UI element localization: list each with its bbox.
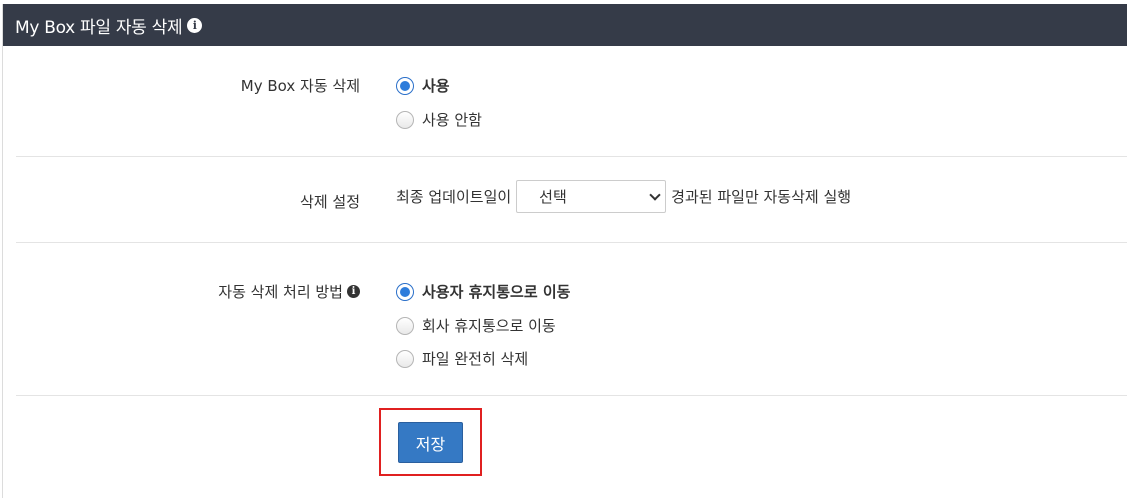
chevron-down-icon [649,188,661,201]
auto-delete-label: My Box 자동 삭제 [241,75,360,96]
radio-permanent-delete[interactable]: 파일 완전히 삭제 [396,348,528,369]
delete-setting-suffix: 경과된 파일만 자동삭제 실행 [671,188,852,206]
divider [16,242,1127,243]
radio-not-use-label: 사용 안함 [422,111,482,129]
save-button[interactable]: 저장 [398,422,463,463]
radio-permanent-delete-label: 파일 완전히 삭제 [422,350,529,368]
radio-not-use-circle[interactable] [396,110,414,129]
radio-user-trash[interactable]: 사용자 휴지통으로 이동 [396,281,570,302]
radio-user-trash-label: 사용자 휴지통으로 이동 [422,283,571,301]
divider [16,395,1127,396]
delete-setting-prefix: 최종 업데이트일이 [396,188,512,206]
settings-panel: My Box 파일 자동 삭제 i [2,4,1127,498]
radio-permanent-delete-circle[interactable] [396,349,414,368]
radio-not-use[interactable]: 사용 안함 [396,109,482,130]
panel-header: My Box 파일 자동 삭제 i [3,4,1127,46]
radio-use-circle[interactable] [396,76,414,95]
page-title: My Box 파일 자동 삭제 [15,17,183,38]
info-icon[interactable]: i [347,285,360,298]
info-icon[interactable]: i [187,17,203,33]
radio-company-trash[interactable]: 회사 휴지통으로 이동 [396,315,556,336]
radio-user-trash-circle[interactable] [396,282,414,301]
delete-setting-row: 최종 업데이트일이 선택 경과된 파일만 자동삭제 실행 [396,180,851,213]
delete-setting-label: 삭제 설정 [300,191,360,212]
divider [16,156,1127,157]
delete-setting-label-text: 삭제 설정 [300,193,360,211]
radio-use-label: 사용 [422,77,450,95]
select-value: 선택 [539,188,567,206]
elapsed-period-select[interactable]: 선택 [516,180,667,213]
method-label: 자동 삭제 처리 방법 i [218,281,360,302]
auto-delete-label-text: My Box 자동 삭제 [240,77,360,95]
radio-use[interactable]: 사용 [396,75,450,96]
radio-company-trash-circle[interactable] [396,316,414,335]
radio-company-trash-label: 회사 휴지통으로 이동 [422,317,556,335]
method-label-text: 자동 삭제 처리 방법 [218,283,343,301]
